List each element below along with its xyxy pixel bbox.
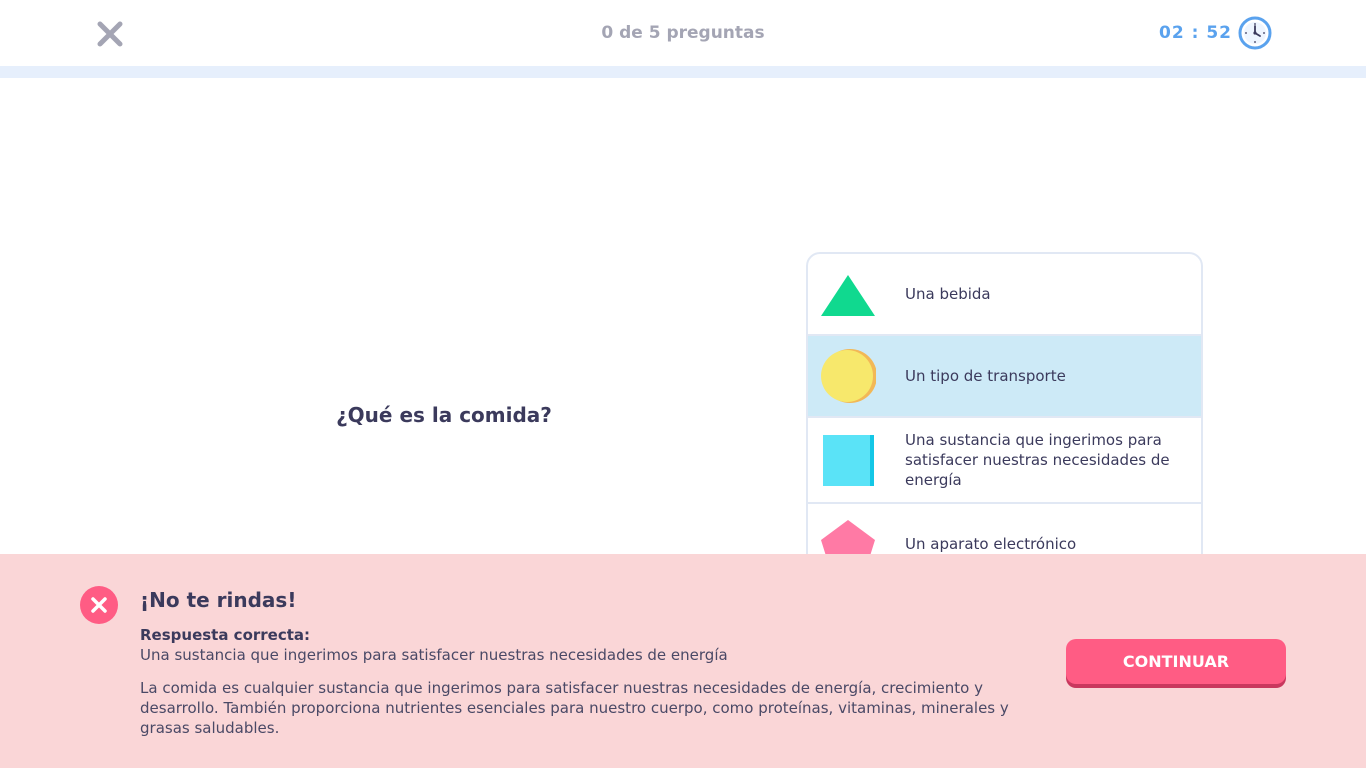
triangle-icon — [821, 275, 875, 316]
circle-icon — [821, 349, 876, 403]
correct-answer-label: Respuesta correcta: — [140, 626, 311, 644]
square-icon — [823, 435, 874, 486]
error-x-icon — [80, 586, 118, 624]
clock-icon — [1238, 16, 1272, 50]
option-2[interactable]: Un tipo de transporte — [808, 336, 1201, 418]
option-label: Una bebida — [905, 285, 991, 303]
option-label: Una sustancia que ingerimos para satisfa… — [905, 431, 1170, 489]
option-3[interactable]: Una sustancia que ingerimos para satisfa… — [808, 418, 1201, 504]
answer-options: Una bebida Un tipo de transporte Una sus… — [806, 252, 1203, 582]
option-label: Un tipo de transporte — [905, 367, 1066, 385]
option-1[interactable]: Una bebida — [808, 254, 1201, 336]
question-text: ¿Qué es la comida? — [336, 403, 552, 427]
feedback-status — [80, 586, 118, 624]
top-bar: 0 de 5 preguntas 02 : 52 — [0, 0, 1366, 66]
explanation-text: La comida es cualquier sustancia que ing… — [140, 679, 1009, 737]
timer-text: 02 : 52 — [1159, 23, 1232, 43]
correct-answer-text: Una sustancia que ingerimos para satisfa… — [140, 646, 728, 664]
timer: 02 : 52 — [1159, 16, 1272, 50]
option-label: Un aparato electrónico — [905, 535, 1077, 553]
continue-button[interactable]: CONTINUAR — [1066, 639, 1286, 684]
feedback-title: ¡No te rindas! — [140, 588, 297, 612]
progress-bar — [0, 66, 1366, 78]
